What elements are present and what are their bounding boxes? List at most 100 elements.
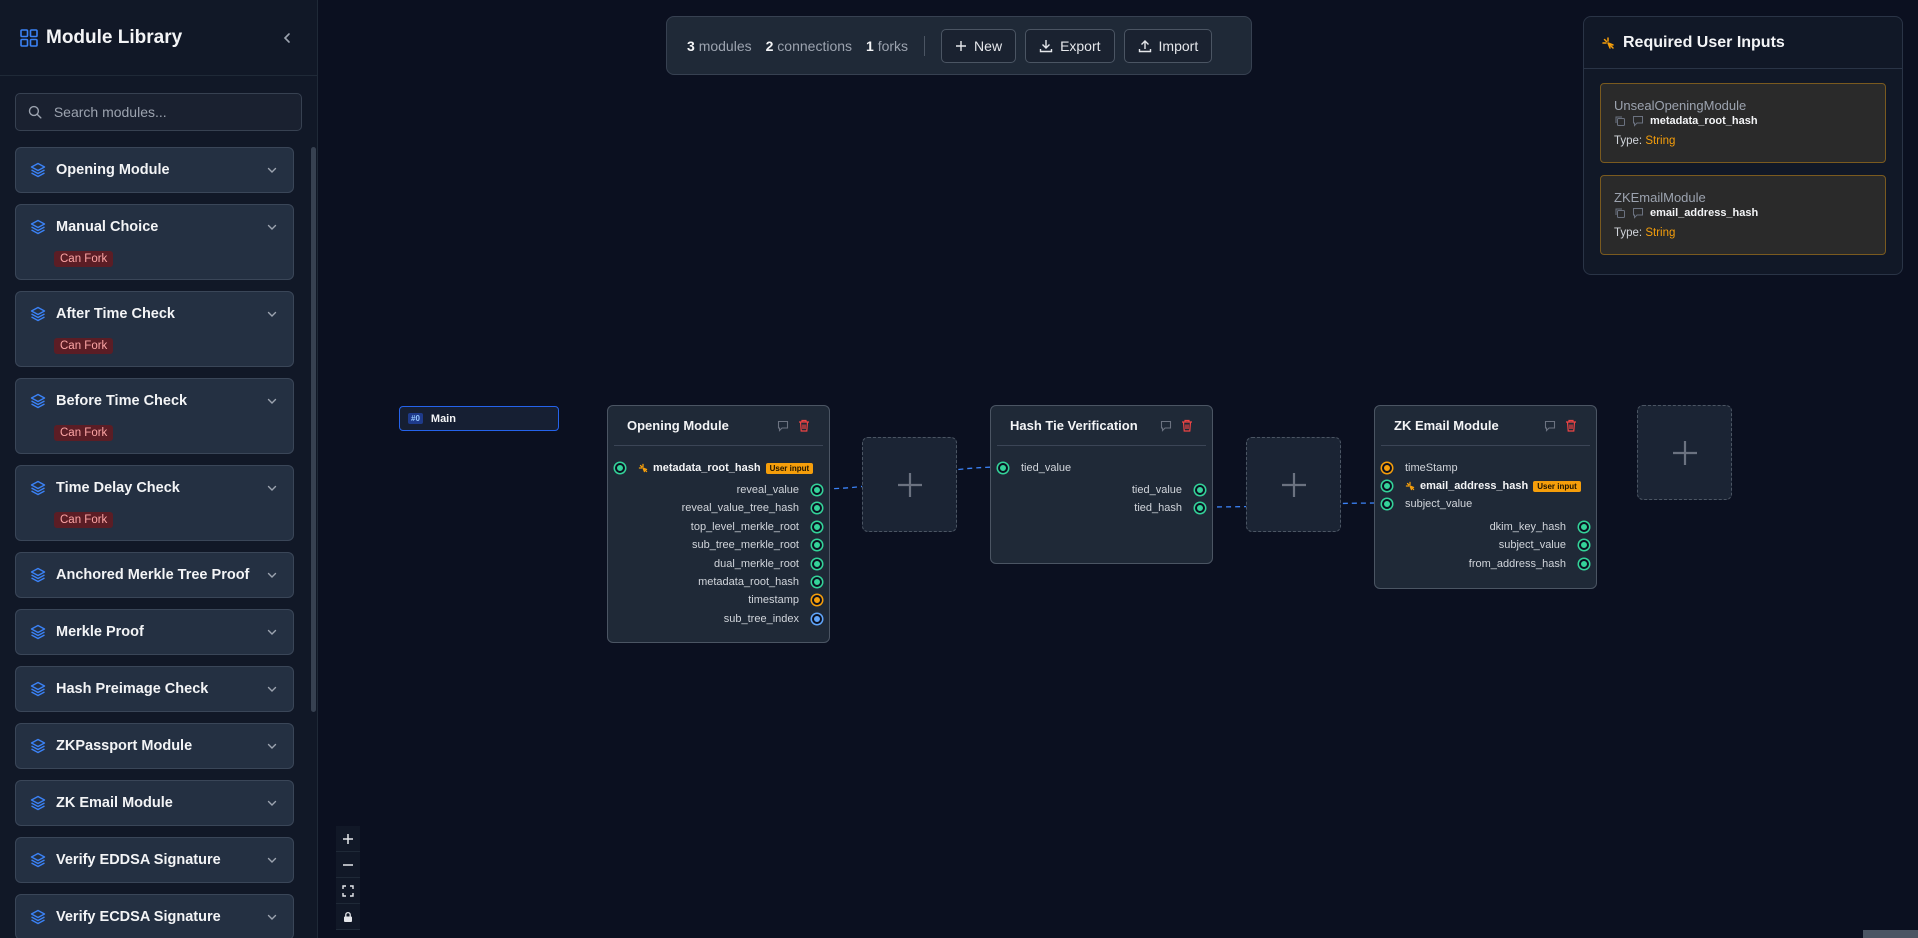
zoom-out-button[interactable] [336, 852, 360, 878]
comment-icon[interactable] [1544, 420, 1556, 432]
add-module-slot[interactable] [1637, 405, 1732, 500]
input-port[interactable] [1382, 481, 1392, 491]
new-button[interactable]: New [941, 28, 1017, 63]
can-fork-badge: Can Fork [54, 425, 114, 441]
comment-icon[interactable] [1632, 207, 1644, 219]
sidebar-scrollbar[interactable] [311, 147, 316, 712]
output-port-row: timestamp [748, 591, 822, 609]
add-module-slot[interactable] [1246, 437, 1341, 532]
output-port[interactable] [812, 503, 822, 514]
toolbar-divider [924, 35, 926, 56]
input-port-row: metadata_root_hash User input [615, 459, 814, 477]
plus-icon [343, 833, 353, 844]
output-port[interactable] [1195, 503, 1205, 514]
zoom-in-button[interactable] [336, 826, 360, 852]
comment-icon[interactable] [1632, 115, 1644, 127]
forks-count: 1 forks [866, 37, 909, 54]
module-card[interactable]: Verify ECDSA Signature [15, 894, 294, 938]
output-port[interactable] [1195, 485, 1205, 495]
trash-icon[interactable] [798, 419, 810, 432]
plus-icon [956, 40, 967, 51]
chevron-down-icon[interactable] [265, 568, 279, 582]
module-card[interactable]: After Time Check Can Fork [15, 291, 294, 367]
export-button[interactable]: Export [1025, 28, 1115, 63]
chevron-down-icon[interactable] [265, 220, 279, 234]
required-input-module: ZKEmailModule [1614, 190, 1706, 205]
node-title: Hash Tie Verification [1010, 418, 1138, 433]
trash-icon[interactable] [1565, 419, 1577, 432]
lock-button[interactable] [336, 904, 360, 930]
chevron-down-icon[interactable] [265, 394, 279, 408]
output-port-row: subject_value [1499, 536, 1589, 554]
chevron-down-icon[interactable] [265, 853, 279, 867]
copy-icon[interactable] [1614, 115, 1626, 127]
trash-icon[interactable] [1181, 419, 1193, 432]
required-inputs-header: Required User Inputs [1584, 17, 1902, 69]
input-port[interactable] [998, 463, 1008, 473]
required-input-item[interactable]: ZKEmailModule email_address_hash Type: Str… [1600, 175, 1886, 255]
output-port[interactable] [812, 485, 822, 495]
output-port[interactable] [812, 577, 822, 587]
output-port[interactable] [812, 558, 822, 569]
add-module-slot[interactable] [862, 437, 957, 532]
chevron-down-icon[interactable] [265, 796, 279, 810]
module-card[interactable]: Time Delay Check Can Fork [15, 465, 294, 541]
output-port-row: sub_tree_merkle_root [692, 536, 822, 554]
import-button[interactable]: Import [1123, 28, 1213, 63]
module-card[interactable]: Before Time Check Can Fork [15, 378, 294, 454]
required-input-type: Type: String [1614, 227, 1676, 239]
module-card[interactable]: Verify EDDSA Signature [15, 837, 294, 883]
input-port[interactable] [1382, 499, 1392, 509]
output-port[interactable] [1579, 522, 1589, 532]
search-input[interactable] [51, 103, 289, 121]
output-port-row: tied_value [1132, 481, 1205, 499]
module-card[interactable]: Anchored Merkle Tree Proof [15, 552, 294, 598]
search-icon [28, 105, 42, 119]
chevron-down-icon[interactable] [265, 910, 279, 924]
output-port[interactable] [812, 613, 822, 624]
fit-view-button[interactable] [336, 878, 360, 904]
required-input-item[interactable]: UnsealOpeningModule metadata_root_hash Typ… [1600, 83, 1886, 163]
chevron-down-icon[interactable] [265, 682, 279, 696]
module-name: Before Time Check [56, 393, 188, 409]
module-name: Verify ECDSA Signature [56, 909, 221, 925]
input-port[interactable] [1382, 463, 1392, 473]
module-card[interactable]: Manual Choice Can Fork [15, 204, 294, 280]
chevron-down-icon[interactable] [265, 307, 279, 321]
layers-icon [30, 162, 46, 178]
node-opening-module[interactable]: Opening Module metadata_root_hash User i… [607, 405, 830, 643]
output-port[interactable] [1579, 540, 1589, 551]
output-port[interactable] [812, 595, 822, 606]
module-card[interactable]: ZKPassport Module [15, 723, 294, 769]
comment-icon[interactable] [777, 420, 789, 432]
required-input-type: Type: String [1614, 135, 1676, 147]
output-port[interactable] [1579, 558, 1589, 569]
module-name: Anchored Merkle Tree Proof [56, 567, 250, 583]
chevron-down-icon[interactable] [265, 739, 279, 753]
output-port-row: reveal_value_tree_hash [682, 499, 822, 517]
copy-icon[interactable] [1614, 207, 1626, 219]
module-card[interactable]: Hash Preimage Check [15, 666, 294, 712]
module-card[interactable]: ZK Email Module [15, 780, 294, 826]
chevron-down-icon[interactable] [265, 625, 279, 639]
main-lane-label[interactable]: #0 Main [399, 406, 559, 431]
chevron-down-icon[interactable] [265, 163, 279, 177]
can-fork-badge: Can Fork [54, 251, 114, 267]
input-port-row: timeStamp [1382, 459, 1458, 477]
output-port[interactable] [812, 540, 822, 551]
layers-icon [30, 306, 46, 322]
upload-icon [1138, 39, 1151, 52]
module-card[interactable]: Opening Module [15, 147, 294, 193]
layers-icon [30, 909, 46, 925]
module-card[interactable]: Merkle Proof [15, 609, 294, 655]
search-box [15, 93, 302, 131]
input-port[interactable] [615, 463, 625, 473]
comment-icon[interactable] [1160, 420, 1172, 432]
node-hash-tie-verification[interactable]: Hash Tie Verification tied_value tied_va… [990, 405, 1213, 564]
collapse-sidebar-button[interactable] [277, 28, 297, 48]
node-zk-email-module[interactable]: ZK Email Module timeStamp email_address_… [1374, 405, 1597, 589]
output-port[interactable] [812, 521, 822, 532]
chevron-down-icon[interactable] [265, 481, 279, 495]
output-port-row: sub_tree_index [724, 610, 822, 628]
module-name: Manual Choice [56, 219, 159, 235]
